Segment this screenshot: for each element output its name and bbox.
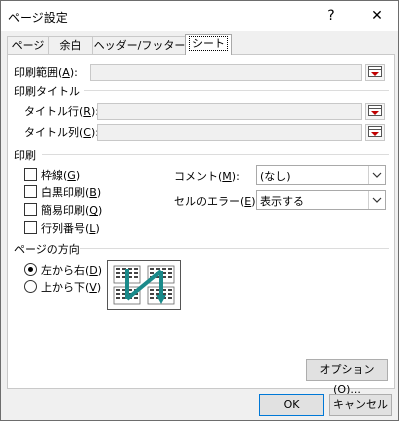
print-area-input[interactable] (90, 64, 362, 81)
print-titles-heading: 印刷タイトル (14, 85, 80, 98)
black-white-label: 白黒印刷(B) (41, 186, 102, 199)
over-then-down-radio[interactable] (24, 280, 37, 293)
sheet-panel: 印刷範囲(A): 印刷タイトル タイトル行(R): タイトル列(C): 印刷 枠… (7, 54, 395, 396)
row-col-headings-checkbox[interactable] (24, 221, 37, 234)
print-area-collapse-button[interactable] (365, 64, 385, 81)
close-button[interactable]: ✕ (365, 5, 389, 27)
print-titles-divider (84, 90, 389, 91)
tab-header-footer[interactable]: ヘッダー/フッター (92, 36, 187, 54)
print-divider (42, 154, 389, 155)
print-area-label: 印刷範囲(A): (14, 66, 78, 79)
page-setup-dialog: ページ設定 ? ✕ ページ 余白 ヘッダー/フッター シート 印刷範囲(A): … (0, 0, 399, 421)
page-order-preview (107, 260, 181, 310)
title-rows-input[interactable] (97, 103, 362, 120)
ok-button[interactable]: OK (259, 394, 324, 416)
range-select-icon (368, 105, 382, 116)
cell-errors-select[interactable]: 表示する (256, 190, 386, 210)
draft-quality-label: 簡易印刷(Q) (41, 204, 103, 217)
cancel-button[interactable]: キャンセル (329, 394, 392, 416)
title-rows-label: タイトル行(R): (24, 105, 99, 118)
title-cols-label: タイトル列(C): (24, 126, 99, 139)
title-cols-input[interactable] (97, 124, 362, 141)
chevron-down-icon (368, 191, 385, 209)
comments-label: コメント(M): (174, 170, 240, 183)
title-bar: ページ設定 ? ✕ (1, 1, 398, 31)
gridlines-checkbox[interactable] (24, 168, 37, 181)
chevron-down-icon (368, 166, 385, 184)
tab-sheet-label: シート (189, 36, 228, 51)
page-order-divider (80, 248, 389, 249)
tab-margins[interactable]: 余白 (48, 36, 93, 54)
title-cols-collapse-button[interactable] (365, 124, 385, 141)
row-col-headings-label: 行列番号(L) (41, 222, 100, 235)
title-rows-collapse-button[interactable] (365, 103, 385, 120)
tab-sheet[interactable]: シート (185, 34, 232, 55)
help-button[interactable]: ? (319, 5, 343, 27)
down-then-over-radio[interactable] (24, 263, 37, 276)
cell-errors-select-value: 表示する (260, 195, 304, 208)
comments-select[interactable]: (なし) (256, 165, 386, 185)
range-select-icon (368, 126, 382, 137)
range-select-icon (368, 66, 382, 77)
cell-errors-label: セルのエラー(E): (174, 195, 259, 208)
tab-page[interactable]: ページ (7, 36, 49, 54)
print-heading: 印刷 (14, 149, 36, 162)
comments-select-value: (なし) (260, 170, 291, 183)
page-order-heading: ページの方向 (14, 243, 80, 256)
black-white-checkbox[interactable] (24, 185, 37, 198)
down-then-over-label: 左から右(D) (41, 264, 103, 277)
gridlines-label: 枠線(G) (41, 169, 81, 182)
over-then-down-label: 上から下(V) (41, 281, 102, 294)
options-button[interactable]: オプション(O)... (306, 359, 388, 396)
window-title: ページ設定 (8, 11, 68, 25)
page-order-diagram-icon (113, 265, 175, 305)
draft-quality-checkbox[interactable] (24, 203, 37, 216)
